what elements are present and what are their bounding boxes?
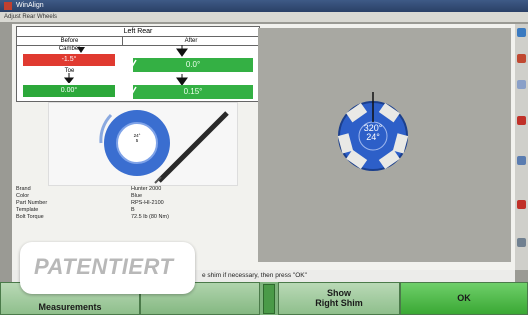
home-icon[interactable]	[517, 54, 526, 63]
spec-row: Template B	[16, 207, 256, 214]
spec-list: Brand Hunter 2000 Color Blue Part Number RP…	[16, 186, 256, 221]
spec-value: B	[131, 207, 135, 213]
tools-icon[interactable]	[517, 80, 526, 89]
spec-row: Part Number RPS-HI-2100	[16, 200, 256, 207]
spec-key: Template	[16, 207, 39, 213]
shim-dial-readout: 320° 24°	[358, 124, 388, 142]
toe-edit-icon[interactable]	[129, 86, 137, 98]
show-right-shim-button[interactable]: Show Right Shim	[278, 282, 400, 315]
tab-adjust-rear[interactable]: Adjust Rear Wheels	[4, 14, 57, 20]
watermark-badge: PATENTIERT	[20, 242, 195, 294]
before-header: Before	[17, 37, 123, 46]
photo-shim-label: 24° 5	[128, 133, 146, 143]
spec-value: Hunter 2000	[131, 186, 162, 192]
tab-bar: Adjust Rear Wheels	[0, 12, 528, 22]
ok-button[interactable]: OK	[400, 282, 528, 315]
toe-after-gauge: 0.15°	[133, 85, 253, 99]
spec-value: RPS-HI-2100	[131, 200, 164, 206]
photo-shim-number: 5	[135, 138, 139, 143]
camber-label: Camber	[58, 46, 81, 52]
app-icon	[4, 2, 12, 10]
shim-photo: 24° 5	[48, 102, 238, 186]
show-right-shim-line2: Right Shim	[315, 298, 363, 308]
vehicle-icon[interactable]	[517, 28, 526, 37]
spec-key: Part Number	[16, 200, 48, 206]
watermark-text: PATENTIERT	[34, 254, 174, 279]
camber-edit-icon[interactable]	[129, 59, 137, 71]
shim-dial	[337, 92, 409, 171]
camber-arrow-icon	[77, 47, 85, 53]
camber-before-bar: -1.5°	[23, 54, 115, 66]
alert-icon[interactable]	[517, 116, 526, 125]
spec-value: 72.5 lb (80 Nm)	[131, 214, 169, 220]
settings-icon[interactable]	[517, 238, 526, 247]
spec-row: Bolt Torque 72.5 lb (80 Nm)	[16, 214, 256, 221]
main-content: Left Rear Before After Camber -1.5° Toe …	[12, 24, 515, 270]
show-right-shim-line1: Show	[327, 288, 351, 298]
camber-after-gauge: 0.0°	[133, 58, 253, 72]
right-toolbar	[515, 24, 528, 270]
shim-viewport: 320° 24°	[258, 28, 511, 262]
stop-icon[interactable]	[517, 200, 526, 209]
adjustment-table: Left Rear Before After Camber -1.5° Toe …	[16, 26, 260, 102]
camber-after-pointer-icon	[176, 45, 188, 57]
window-titlebar: WinAlign	[0, 0, 528, 12]
after-header: After	[123, 37, 259, 46]
list-icon[interactable]	[517, 156, 526, 165]
spec-row: Color Blue	[16, 193, 256, 200]
toe-before-bar: 0.00°	[23, 85, 115, 97]
spec-value: Blue	[131, 193, 143, 199]
shim-illustration	[99, 110, 229, 184]
spec-row: Brand Hunter 2000	[16, 186, 256, 193]
wheel-header: Left Rear	[17, 27, 259, 37]
status-message: e shim if necessary, then press "OK"	[202, 272, 307, 279]
spec-key: Bolt Torque	[16, 214, 44, 220]
window-title: WinAlign	[16, 2, 44, 9]
shim-indicator-icon	[263, 284, 275, 314]
toe-arrow-icon	[63, 73, 75, 83]
spec-key: Color	[16, 193, 30, 199]
shim-degree-value: 24°	[366, 132, 380, 142]
spec-key: Brand	[16, 186, 31, 192]
